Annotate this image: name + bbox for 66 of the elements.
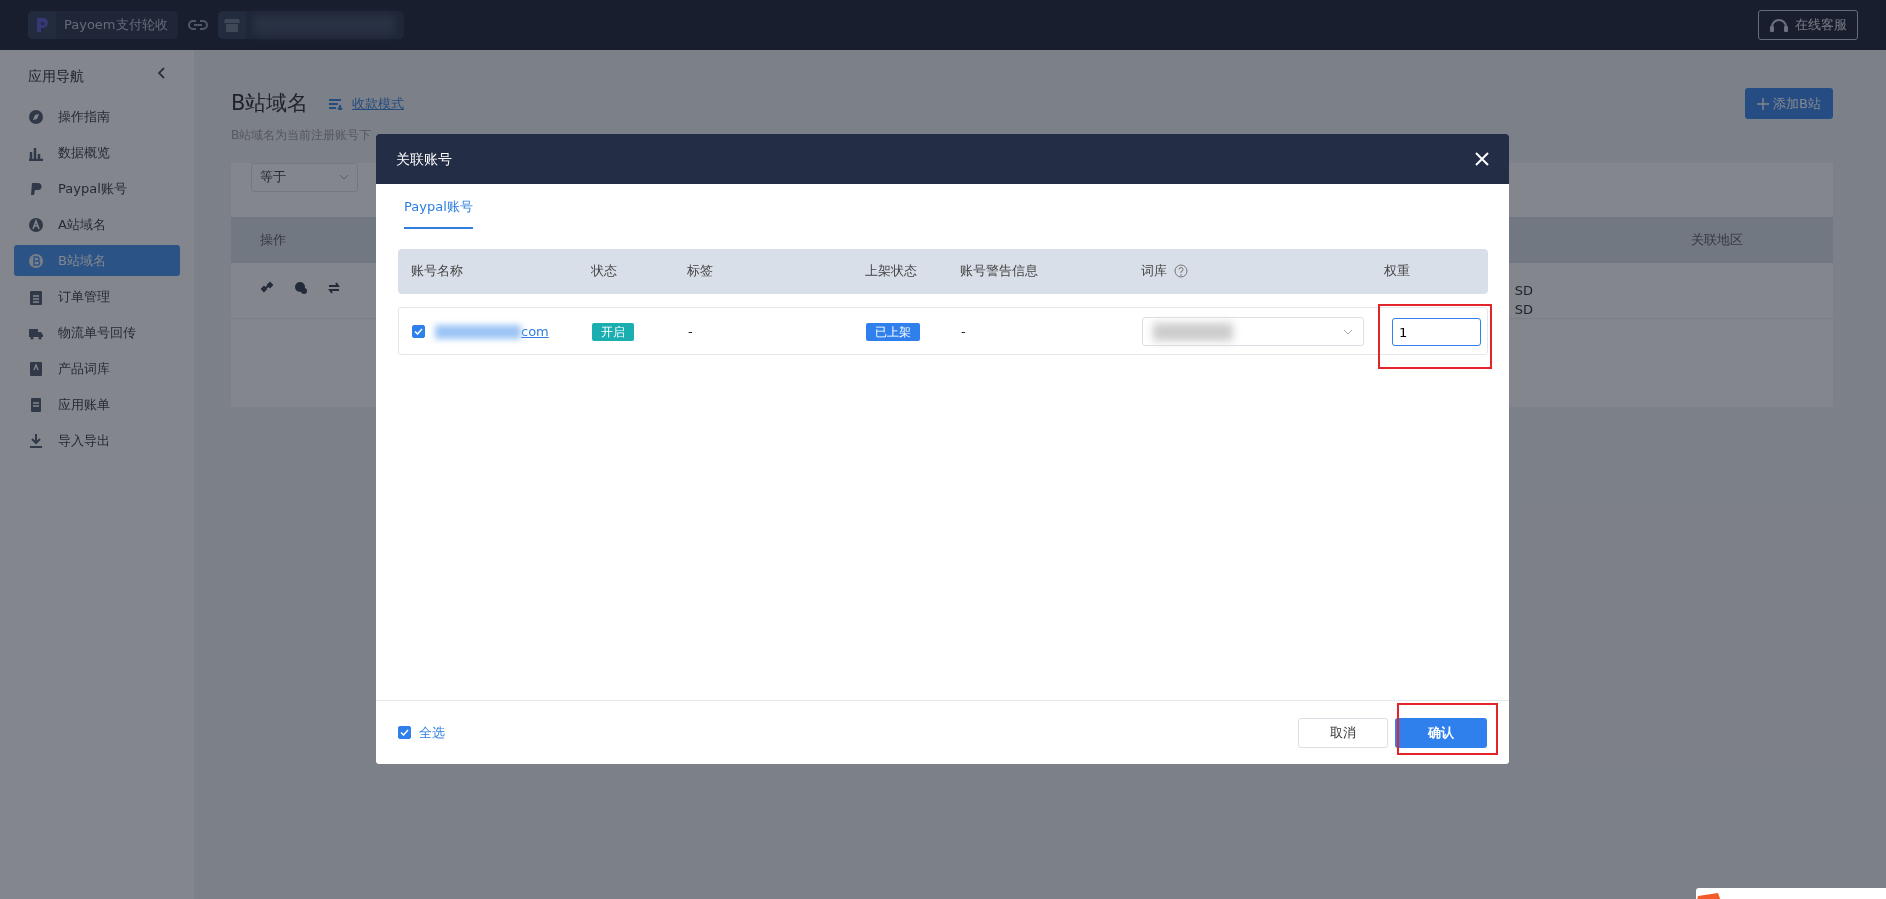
column-header: 词库 bbox=[1141, 262, 1167, 281]
close-button[interactable] bbox=[1475, 152, 1489, 166]
column-header: 状态 bbox=[591, 262, 618, 281]
column-header: 上架状态 bbox=[865, 262, 918, 281]
listing-tag: 已上架 bbox=[866, 322, 920, 341]
letter-icon bbox=[28, 216, 44, 233]
book-icon bbox=[28, 360, 44, 377]
pin-icon[interactable] bbox=[293, 280, 308, 295]
list-icon bbox=[327, 97, 344, 110]
plus-icon bbox=[1756, 98, 1769, 111]
sidebar-item[interactable]: 产品词库 bbox=[14, 353, 180, 384]
confirm-button[interactable]: 确认 bbox=[1395, 717, 1487, 748]
weight-input[interactable]: 1 bbox=[1392, 318, 1481, 346]
select-all-checkbox[interactable]: 全选 bbox=[398, 722, 445, 743]
table-cell-text: SD bbox=[1514, 301, 1533, 319]
sidebar-item[interactable]: Paypal账号 bbox=[14, 173, 180, 204]
column-header: 账号名称 bbox=[411, 262, 464, 281]
column-header: 关联地区 bbox=[1691, 230, 1743, 249]
sidebar-item[interactable]: 应用账单 bbox=[14, 389, 180, 420]
sidebar-item[interactable]: 物流单号回传 bbox=[14, 317, 180, 348]
table-cell-text: - bbox=[961, 322, 967, 341]
clipboard-icon bbox=[28, 288, 44, 305]
sidebar-title: 应用导航 bbox=[28, 67, 84, 86]
table-cell-text: SD bbox=[1514, 281, 1533, 300]
brand-chip[interactable]: Payoem支付轮收 bbox=[28, 11, 178, 39]
column-header: 权重 bbox=[1384, 262, 1411, 281]
status-tag: 开启 bbox=[592, 322, 634, 341]
column-header: 账号警告信息 bbox=[960, 262, 1039, 281]
brand-name: Payoem支付轮收 bbox=[64, 16, 168, 35]
download-icon bbox=[28, 432, 44, 449]
table-cell-text: - bbox=[688, 322, 694, 341]
check-icon bbox=[400, 729, 409, 736]
filter-select[interactable]: 等于 bbox=[251, 162, 358, 192]
paypal-icon bbox=[28, 180, 44, 197]
sidebar-item[interactable]: 数据概览 bbox=[14, 137, 180, 168]
compass-icon bbox=[28, 108, 44, 125]
checkbox[interactable] bbox=[412, 325, 425, 338]
chevron-down-icon bbox=[339, 174, 349, 180]
add-button[interactable]: 添加B站 bbox=[1744, 88, 1833, 119]
sidebar-item[interactable]: A站域名 bbox=[14, 209, 180, 240]
page-title: B站域名 bbox=[231, 90, 309, 117]
help-icon[interactable] bbox=[1173, 264, 1188, 278]
sidebar-item[interactable]: 导入导出 bbox=[14, 425, 180, 456]
sidebar-item[interactable]: B站域名 bbox=[14, 245, 180, 276]
account-link[interactable]: com bbox=[521, 321, 549, 342]
collapse-icon[interactable] bbox=[156, 66, 166, 80]
cancel-button[interactable]: 取消 bbox=[1298, 717, 1388, 748]
logo-icon bbox=[34, 16, 50, 34]
document-icon bbox=[28, 396, 44, 413]
chevron-down-icon bbox=[1343, 328, 1353, 335]
mode-link[interactable]: 收款模式 bbox=[327, 94, 404, 114]
check-icon bbox=[414, 328, 423, 335]
store-icon bbox=[223, 18, 240, 32]
column-header: 操作 bbox=[260, 230, 286, 249]
support-button[interactable]: 在线客服 bbox=[1758, 10, 1858, 40]
tab[interactable]: Paypal账号 bbox=[404, 184, 473, 229]
sidebar-item[interactable]: 订单管理 bbox=[14, 281, 180, 312]
close-icon bbox=[1475, 152, 1489, 166]
column-header: 标签 bbox=[687, 262, 714, 281]
link-icon[interactable] bbox=[260, 280, 274, 295]
modal-title: 关联账号 bbox=[396, 149, 452, 169]
swap-icon[interactable] bbox=[327, 280, 341, 295]
letter-icon bbox=[28, 252, 44, 269]
sidebar-item[interactable]: 操作指南 bbox=[14, 101, 180, 132]
headset-icon bbox=[1769, 17, 1789, 33]
link-icon bbox=[187, 19, 208, 31]
